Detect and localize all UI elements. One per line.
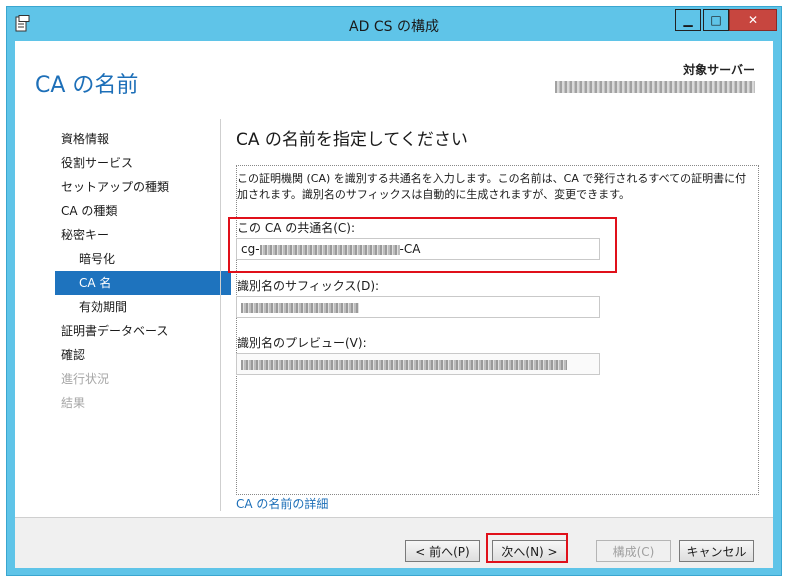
nav-item-confirmation[interactable]: 確認	[55, 343, 215, 367]
nav-item-ca-name[interactable]: CA 名	[55, 271, 231, 295]
target-server-label: 対象サーバー	[683, 63, 755, 77]
nav-item-role-services[interactable]: 役割サービス	[55, 151, 215, 175]
nav-item-private-key[interactable]: 秘密キー	[55, 223, 215, 247]
wizard-nav: 資格情報 役割サービス セットアップの種類 CA の種類 秘密キー 暗号化 CA…	[55, 127, 231, 415]
app-window: AD CS の構成 ▁ □ ✕ CA の名前 対象サーバー 資格情報 役割サービ…	[6, 6, 782, 576]
minimize-button[interactable]: ▁	[675, 9, 701, 31]
minimize-icon: ▁	[683, 13, 693, 27]
cancel-button[interactable]: キャンセル	[679, 540, 754, 562]
nav-item-cryptography[interactable]: 暗号化	[55, 247, 215, 271]
dn-preview-field	[236, 353, 600, 375]
nav-item-ca-type[interactable]: CA の種類	[55, 199, 215, 223]
maximize-icon: □	[710, 13, 722, 27]
section-heading: CA の名前を指定してください	[236, 130, 468, 150]
dn-preview-label: 識別名のプレビュー(V):	[237, 336, 367, 350]
title-bar[interactable]: AD CS の構成 ▁ □ ✕	[7, 7, 781, 41]
nav-item-certificate-database[interactable]: 証明書データベース	[55, 319, 215, 343]
ca-name-details-link[interactable]: CA の名前の詳細	[236, 495, 328, 512]
prev-button[interactable]: < 前へ(P)	[405, 540, 480, 562]
description-text: この証明機関 (CA) を識別する共通名を入力します。この名前は、CA で発行さ…	[237, 172, 747, 201]
page-title: CA の名前	[35, 73, 139, 98]
dn-suffix-input[interactable]	[236, 296, 600, 318]
configure-button: 構成(C)	[596, 540, 671, 562]
wizard-content: CA の名前 対象サーバー 資格情報 役割サービス セットアップの種類 CA の…	[15, 41, 773, 568]
maximize-button[interactable]: □	[703, 9, 729, 31]
target-server-value-redacted	[555, 81, 755, 93]
nav-item-validity-period[interactable]: 有効期間	[55, 295, 215, 319]
nav-item-setup-type[interactable]: セットアップの種類	[55, 175, 215, 199]
close-icon: ✕	[747, 13, 759, 27]
nav-divider	[220, 119, 221, 511]
close-button[interactable]: ✕	[729, 9, 777, 31]
highlight-box-common-name	[228, 217, 617, 273]
nav-item-progress: 進行状況	[61, 372, 110, 386]
highlight-box-next-button	[486, 533, 568, 563]
nav-item-credentials[interactable]: 資格情報	[55, 127, 215, 151]
dn-preview-redacted	[241, 359, 567, 370]
dn-suffix-redacted	[241, 302, 359, 313]
content-panel	[236, 165, 759, 495]
nav-item-results: 結果	[61, 396, 86, 410]
window-title: AD CS の構成	[349, 19, 439, 35]
dn-suffix-label: 識別名のサフィックス(D):	[237, 279, 380, 293]
